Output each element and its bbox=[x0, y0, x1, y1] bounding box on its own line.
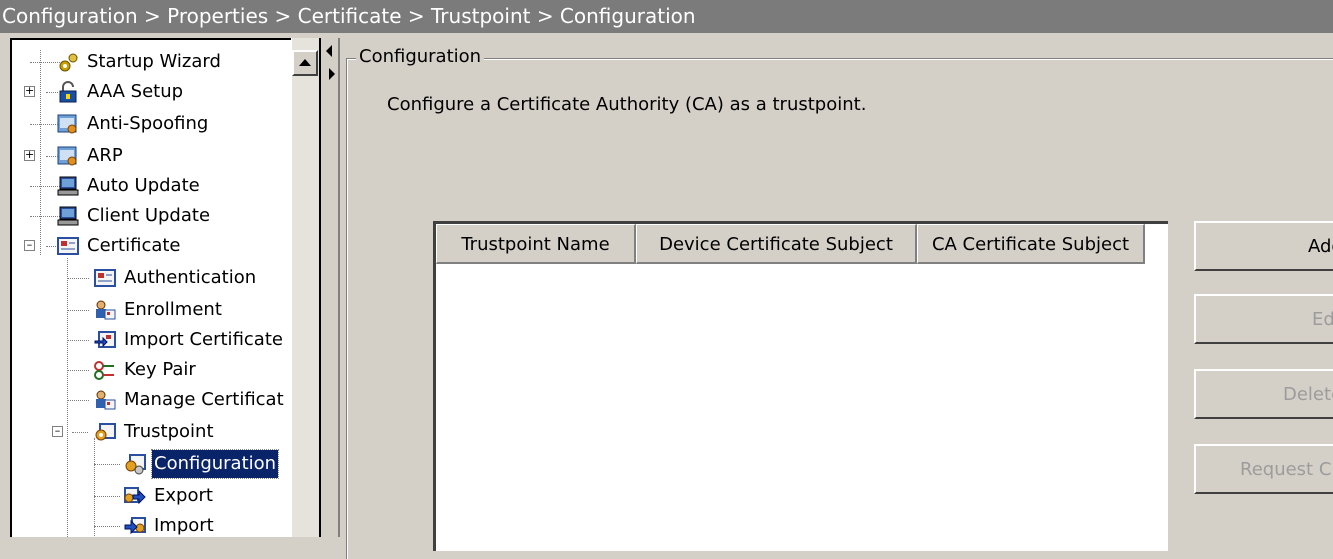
tree-connector bbox=[67, 258, 68, 537]
column-header-device-certificate-subject[interactable]: Device Certificate Subject bbox=[636, 224, 917, 264]
tree-connector bbox=[94, 464, 120, 465]
expand-toggle-aaa-setup[interactable]: + bbox=[24, 85, 35, 97]
request-certificate-button[interactable]: Request C bbox=[1194, 444, 1333, 494]
tree-connector bbox=[94, 496, 120, 497]
people-icon bbox=[96, 390, 116, 410]
tree-item-label: Auto Update bbox=[87, 175, 200, 196]
tree-scrollbar[interactable] bbox=[291, 38, 320, 537]
tree-item-label: Configuration bbox=[150, 449, 280, 479]
certificate-icon bbox=[94, 269, 116, 287]
tree-item-label: Import bbox=[154, 515, 214, 536]
trustpoint-icon bbox=[95, 423, 116, 441]
tree-item-label: Trustpoint bbox=[124, 421, 214, 442]
tree-item-label: Export bbox=[154, 485, 213, 506]
column-header-trustpoint-name[interactable]: Trustpoint Name bbox=[436, 224, 636, 264]
collapse-toggle-trustpoint[interactable]: – bbox=[52, 425, 63, 437]
certificate-icon bbox=[57, 237, 79, 255]
settings-box-icon bbox=[57, 146, 77, 166]
tree-item-label: AAA Setup bbox=[87, 81, 184, 102]
computer-icon bbox=[57, 176, 79, 196]
group-legend: Configuration bbox=[356, 46, 485, 68]
tree-item-label: Import Certificate bbox=[124, 329, 283, 350]
tree-item-label: Manage Certificat bbox=[124, 389, 284, 410]
table-header: Trustpoint Name Device Certificate Subje… bbox=[436, 224, 1168, 264]
button-label: Delete bbox=[1283, 384, 1333, 405]
tree-item-label: Key Pair bbox=[124, 359, 196, 380]
tree-item-label: Client Update bbox=[87, 205, 211, 226]
tree-connector bbox=[72, 432, 88, 433]
tree-connector bbox=[40, 50, 41, 255]
tree-connector bbox=[30, 186, 60, 187]
delete-button[interactable]: Delete bbox=[1194, 369, 1333, 419]
import-icon bbox=[124, 517, 146, 535]
collapse-toggle-certificate[interactable]: – bbox=[24, 239, 35, 251]
panel-splitter[interactable] bbox=[319, 38, 340, 537]
panel-description: Configure a Certificate Authority (CA) a… bbox=[387, 94, 867, 115]
people-icon bbox=[96, 300, 116, 320]
tree-connector bbox=[67, 370, 89, 371]
tree-connector bbox=[30, 62, 60, 63]
settings-box-icon bbox=[57, 114, 77, 134]
add-button[interactable]: Add bbox=[1194, 221, 1333, 271]
tree-connector bbox=[67, 400, 89, 401]
edit-button[interactable]: Edit bbox=[1194, 294, 1333, 344]
trustpoint-config-icon bbox=[125, 454, 146, 475]
column-header-ca-certificate-subject[interactable]: CA Certificate Subject bbox=[917, 224, 1145, 264]
tree-item-label: Anti-Spoofing bbox=[87, 113, 209, 134]
computer-icon bbox=[57, 206, 79, 226]
expand-toggle-arp[interactable]: + bbox=[24, 149, 35, 161]
button-label: Add bbox=[1308, 236, 1333, 257]
collapse-left-arrow-icon[interactable] bbox=[326, 45, 332, 57]
navigation-tree: + + – – Startup Wizard AAA Setup Anti-Sp… bbox=[10, 38, 291, 537]
tree-connector bbox=[30, 216, 60, 217]
tree-connector bbox=[67, 340, 89, 341]
breadcrumb: Configuration > Properties > Certificate… bbox=[0, 0, 1333, 33]
button-label: Edit bbox=[1312, 309, 1333, 330]
tree-item-label: Authentication bbox=[124, 267, 257, 288]
tree-connector bbox=[94, 526, 120, 527]
tree-connector bbox=[67, 310, 89, 311]
tree-item-label: Startup Wizard bbox=[87, 51, 221, 72]
scroll-up-arrow-icon[interactable] bbox=[292, 50, 318, 76]
tree-connector bbox=[94, 438, 95, 537]
tree-connector bbox=[30, 124, 60, 125]
export-icon bbox=[124, 487, 146, 505]
button-label: Request C bbox=[1240, 459, 1332, 480]
tree-connector bbox=[67, 278, 89, 279]
expand-right-arrow-icon[interactable] bbox=[329, 68, 335, 80]
lock-icon bbox=[59, 81, 77, 103]
import-certificate-icon bbox=[94, 331, 116, 348]
wizard-icon bbox=[59, 53, 78, 72]
key-pair-icon bbox=[94, 361, 114, 380]
tree-item-label: Enrollment bbox=[124, 299, 222, 320]
tree-item-label: ARP bbox=[87, 145, 123, 166]
trustpoint-table[interactable]: Trustpoint Name Device Certificate Subje… bbox=[433, 221, 1168, 551]
tree-item-label: Certificate bbox=[87, 235, 181, 256]
